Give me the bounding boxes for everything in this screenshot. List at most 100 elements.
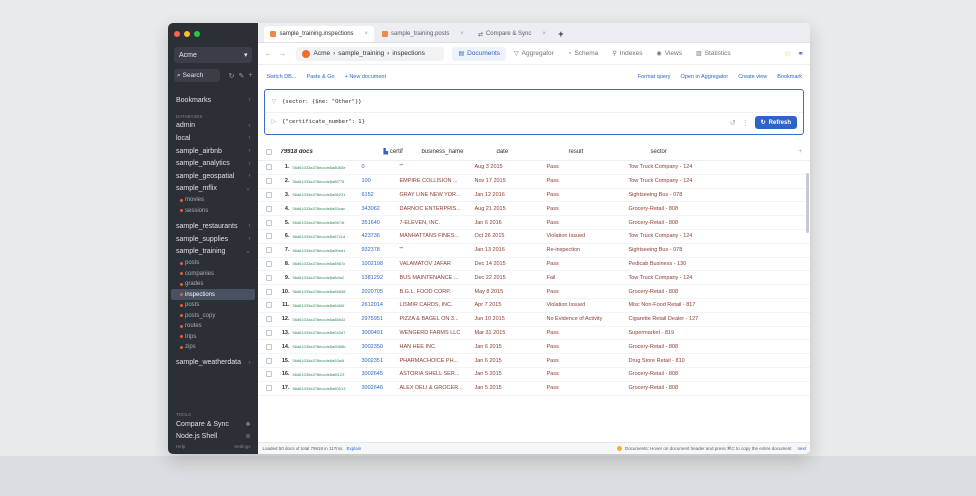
history-icon[interactable]: ↺: [730, 119, 736, 127]
tab-posts[interactable]: sample_training.posts ×: [376, 26, 470, 42]
cell-date[interactable]: Nov 17 2015: [474, 178, 546, 184]
cell-sector[interactable]: Sightseeing Bus - 078: [628, 192, 776, 198]
cell-business-name[interactable]: 7-ELEVEN, INC.: [399, 220, 474, 226]
row-checkbox[interactable]: [258, 343, 280, 350]
cell-result[interactable]: Pass: [546, 261, 628, 267]
row-id[interactable]: 56d61033a378eccde8a93cac: [292, 206, 361, 211]
row-id[interactable]: 56d61035a378eccde8a9088b: [292, 344, 361, 349]
row-id[interactable]: 56d61033a378eccde8a9bed1: [292, 248, 361, 253]
row-id[interactable]: 56d61034a378eccde8a9674f: [292, 220, 361, 225]
row-id[interactable]: 56d61034a378eccde8a86b42: [292, 317, 361, 322]
sidebar-database[interactable]: sample_mflix ⌄: [168, 183, 258, 196]
sidebar-collection[interactable]: zips: [168, 342, 258, 353]
cell-certif[interactable]: 3002350: [361, 344, 399, 350]
table-row[interactable]: 16. 56d61035a378eccde8a8f123 3002645 ASTORI…: [258, 368, 810, 382]
tool-compare-sync[interactable]: Compare & Sync ✱: [168, 418, 258, 430]
table-row[interactable]: 6. 56d61033a378eccde8a8711d 423736 MANHATTA…: [258, 230, 810, 244]
cell-sector[interactable]: Grocery-Retail - 808: [628, 289, 776, 295]
cell-result[interactable]: Re-inspection: [546, 247, 628, 253]
cell-business-name[interactable]: B.G.L. FOOD CORP.: [399, 289, 474, 295]
row-checkbox[interactable]: [258, 288, 280, 295]
cell-sector[interactable]: Grocery-Retail - 808: [628, 206, 776, 212]
add-icon[interactable]: +: [248, 72, 252, 80]
tab-schema[interactable]: ◔ Schema: [562, 47, 604, 61]
tab-compare-sync[interactable]: ⇄ Compare & Sync ×: [472, 26, 552, 42]
tab-aggregator[interactable]: ▽ Aggregator: [508, 47, 560, 61]
column-header-sector[interactable]: sector: [650, 149, 798, 155]
sidebar-database[interactable]: sample_airbnb ›: [168, 145, 258, 158]
table-row[interactable]: 11. 56d61033a378eccde8a8460f 2612014 LISMIR…: [258, 299, 810, 313]
row-checkbox[interactable]: [258, 274, 280, 281]
cell-certif[interactable]: 100: [361, 178, 399, 184]
row-id[interactable]: 56d61033a378eccde8a96231: [292, 192, 361, 197]
close-icon[interactable]: ×: [365, 31, 369, 37]
tab-statistics[interactable]: ▥ Statistics: [690, 47, 737, 61]
cell-date[interactable]: May 8 2015: [474, 289, 546, 295]
new-document-button[interactable]: + New document: [345, 74, 386, 80]
create-view-button[interactable]: Create view: [738, 74, 767, 80]
cell-business-name[interactable]: ASTORIA SHELL SER...: [399, 371, 474, 377]
close-icon[interactable]: ×: [542, 31, 546, 37]
cell-result[interactable]: Violation Issued: [546, 302, 628, 308]
table-row[interactable]: 3. 56d61033a378eccde8a96231 6152 GRAY LINE …: [258, 189, 810, 203]
forward-icon[interactable]: →: [278, 49, 286, 58]
scrollbar[interactable]: [806, 173, 809, 233]
sidebar-database[interactable]: sample_supplies ›: [168, 233, 258, 246]
cell-business-name[interactable]: "": [399, 164, 474, 170]
cell-certif[interactable]: 3002646: [361, 385, 399, 391]
cell-result[interactable]: Pass: [546, 289, 628, 295]
minimize-window-button[interactable]: [184, 31, 190, 37]
cell-sector[interactable]: Cigarette Retail Dealer - 127: [628, 316, 776, 322]
sidebar-collection[interactable]: routes: [168, 321, 258, 332]
cell-result[interactable]: Pass: [546, 178, 628, 184]
table-row[interactable]: 13. 56d61033a378eccde8a942d7 3000491 WENGER…: [258, 327, 810, 341]
cell-business-name[interactable]: DARNOC ENTERPRIS...: [399, 206, 474, 212]
select-all-checkbox[interactable]: [258, 148, 280, 155]
cell-sector[interactable]: Tow Truck Company - 124: [628, 233, 776, 239]
cell-sector[interactable]: Grocery-Retail - 808: [628, 220, 776, 226]
cell-date[interactable]: Jan 6 2015: [474, 358, 546, 364]
cell-date[interactable]: Jan 5 2015: [474, 385, 546, 391]
cell-result[interactable]: Pass: [546, 164, 628, 170]
projection-input[interactable]: {"certificate_number": 1}: [282, 119, 365, 125]
row-id[interactable]: 56d61033a378eccde8a85836: [292, 289, 361, 294]
refresh-button[interactable]: ↻ Refresh: [754, 116, 797, 129]
paste-go-button[interactable]: Paste & Go: [306, 74, 334, 80]
cell-date[interactable]: Jan 6 2016: [474, 220, 546, 226]
tab-indexes[interactable]: ⚲ Indexes: [606, 47, 648, 61]
next-hint-link[interactable]: next: [797, 446, 806, 451]
filter-line[interactable]: ▽ {sector: {$ne: "Other"}}: [271, 98, 361, 106]
cell-sector[interactable]: Pedicab Business - 130: [628, 261, 776, 267]
row-id[interactable]: 56d61035a378eccde8a8f123: [292, 372, 361, 377]
sidebar-collection[interactable]: companies: [168, 268, 258, 279]
back-icon[interactable]: ←: [264, 49, 272, 58]
table-row[interactable]: 5. 56d61034a378eccde8a9674f 351640 7-ELEVEN…: [258, 216, 810, 230]
table-row[interactable]: 8. 56d61033a378eccde8a8987c 1002198 VALAMAT…: [258, 258, 810, 272]
sidebar-collection[interactable]: movies: [168, 195, 258, 206]
cell-certif[interactable]: 6152: [361, 192, 399, 198]
cell-sector[interactable]: Drug Store Retail - 810: [628, 358, 776, 364]
cell-sector[interactable]: Tow Truck Company - 124: [628, 275, 776, 281]
edit-icon[interactable]: ✎: [239, 72, 245, 80]
cell-sector[interactable]: Supermarket - 819: [628, 330, 776, 336]
cell-business-name[interactable]: VALAMATOV JAFAR: [399, 261, 474, 267]
cell-result[interactable]: Fail: [546, 275, 628, 281]
row-checkbox[interactable]: [258, 302, 280, 309]
table-row[interactable]: 15. 56d61034a378eccde8a93a4f 3002351 PHARMA…: [258, 354, 810, 368]
cell-date[interactable]: Jan 12 2016: [474, 192, 546, 198]
row-checkbox[interactable]: [258, 164, 280, 171]
cell-result[interactable]: Pass: [546, 206, 628, 212]
project-selector[interactable]: Acme ▾: [174, 47, 253, 63]
row-id[interactable]: 56d61033a378eccde8a8460f: [292, 303, 361, 308]
cell-business-name[interactable]: HAN HEE INC.: [399, 344, 474, 350]
breadcrumb[interactable]: Acme › sample_training › inspections: [296, 46, 445, 61]
row-id[interactable]: 56d61033a378eccde8a8f775: [292, 179, 361, 184]
cell-business-name[interactable]: ALEX DELI & GROCER...: [399, 385, 474, 391]
help-link[interactable]: Help: [176, 444, 185, 449]
cell-result[interactable]: Pass: [546, 220, 628, 226]
cell-business-name[interactable]: LISMIR CARDS, INC.: [399, 302, 474, 308]
cell-certif[interactable]: 351640: [361, 220, 399, 226]
cell-sector[interactable]: Grocery-Retail - 808: [628, 371, 776, 377]
table-row[interactable]: 9. 56d61034a378eccde8a8cfa2 1381292 BUS MAI…: [258, 271, 810, 286]
sidebar-collection[interactable]: posts_copy: [168, 310, 258, 321]
